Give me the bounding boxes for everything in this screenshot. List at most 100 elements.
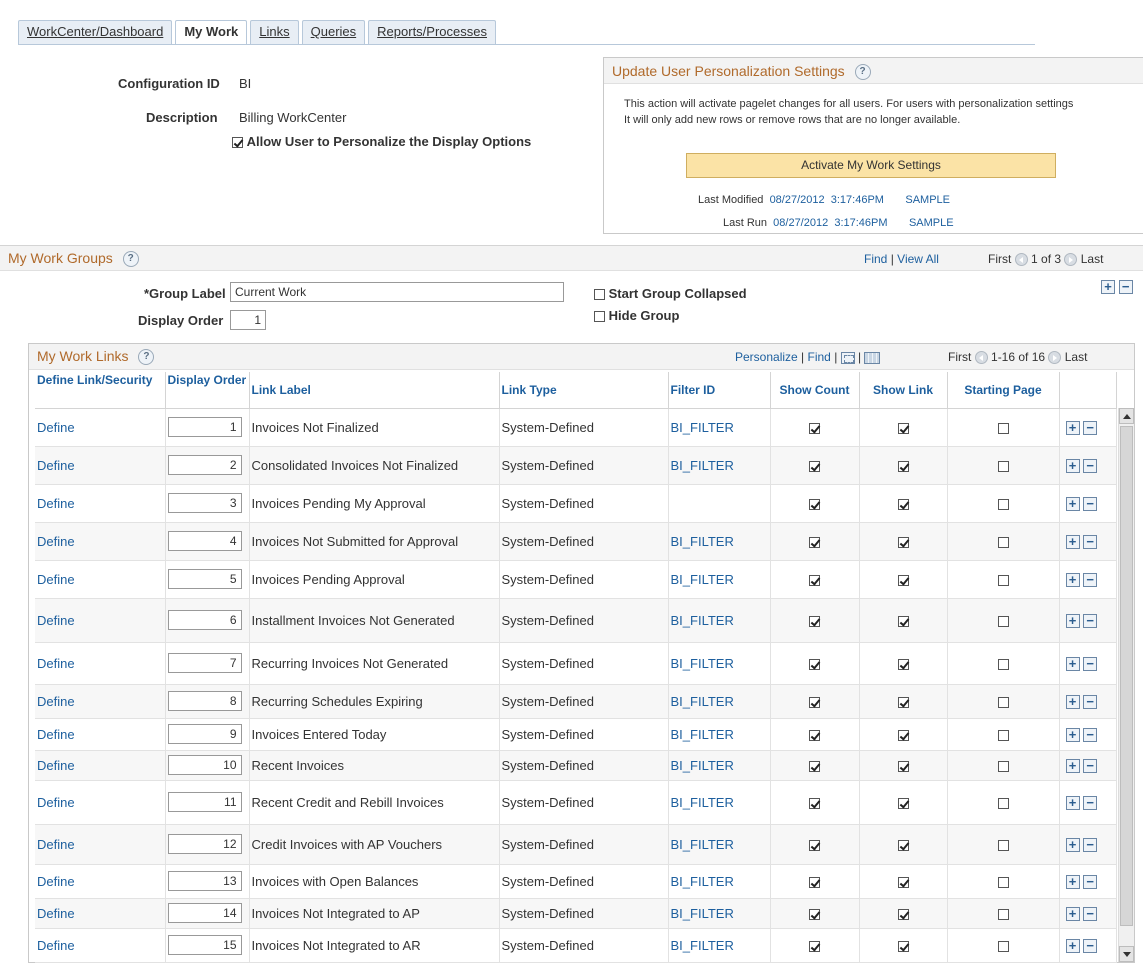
previous-arrow-icon[interactable] [974, 351, 988, 365]
show-count-checkbox[interactable] [809, 876, 820, 888]
delete-row-button[interactable]: − [1083, 906, 1098, 921]
starting-page-checkbox[interactable] [997, 760, 1009, 772]
delete-group-button[interactable]: − [1118, 279, 1133, 294]
tab-my-work[interactable]: My Work [175, 20, 248, 45]
display-order-input[interactable]: 6 [167, 610, 242, 630]
define-link[interactable]: Define [37, 906, 75, 921]
filter-id-link[interactable]: BI_FILTER [671, 613, 734, 628]
show-count-checkbox[interactable] [809, 839, 820, 851]
display-order-input[interactable]: 10 [167, 755, 242, 775]
download-grid-icon[interactable] [864, 351, 881, 364]
define-link[interactable]: Define [37, 458, 75, 473]
column-header-define[interactable]: Define Link/Security [35, 372, 166, 409]
show-link-checkbox[interactable] [897, 797, 909, 809]
define-link[interactable]: Define [37, 656, 75, 671]
filter-id-link[interactable]: BI_FILTER [671, 795, 734, 810]
add-row-button[interactable]: + [1065, 906, 1080, 921]
show-link-checkbox[interactable] [897, 908, 909, 920]
tab-queries[interactable]: Queries [301, 20, 366, 44]
show-link-checkbox[interactable] [897, 536, 909, 548]
delete-row-button[interactable]: − [1083, 572, 1098, 587]
filter-id-link[interactable]: BI_FILTER [671, 938, 734, 953]
add-row-button[interactable]: + [1065, 458, 1080, 473]
groups-view-all-link[interactable]: View All [897, 252, 939, 266]
filter-id-link[interactable]: BI_FILTER [671, 837, 734, 852]
tab-links[interactable]: Links [250, 20, 299, 44]
filter-id-link[interactable]: BI_FILTER [671, 458, 734, 473]
next-arrow-icon[interactable] [1048, 351, 1062, 365]
tab-reports-processes[interactable]: Reports/Processes [368, 20, 496, 44]
delete-row-button[interactable]: − [1083, 534, 1098, 549]
add-row-button[interactable]: + [1065, 572, 1080, 587]
scroll-up-icon[interactable] [1119, 408, 1134, 424]
display-order-input[interactable]: 7 [167, 653, 242, 673]
show-link-checkbox[interactable] [897, 696, 909, 708]
show-count-checkbox[interactable] [809, 760, 820, 772]
show-link-checkbox[interactable] [897, 760, 909, 772]
starting-page-checkbox[interactable] [997, 422, 1009, 434]
add-row-button[interactable]: + [1065, 694, 1080, 709]
show-count-checkbox[interactable] [809, 574, 820, 586]
define-link[interactable]: Define [37, 727, 75, 742]
group-label-input[interactable] [230, 282, 564, 302]
allow-personalize-checkbox[interactable] [232, 137, 243, 149]
show-link-checkbox[interactable] [897, 876, 909, 888]
filter-id-link[interactable]: BI_FILTER [671, 656, 734, 671]
show-count-checkbox[interactable] [809, 498, 820, 510]
show-count-checkbox[interactable] [809, 460, 820, 472]
starting-page-checkbox[interactable] [997, 729, 1009, 741]
show-link-checkbox[interactable] [897, 498, 909, 510]
show-link-checkbox[interactable] [897, 940, 909, 952]
add-row-button[interactable]: + [1065, 496, 1080, 511]
show-link-checkbox[interactable] [897, 460, 909, 472]
display-order-input[interactable]: 5 [167, 569, 242, 589]
delete-row-button[interactable]: − [1083, 694, 1098, 709]
define-link[interactable]: Define [37, 938, 75, 953]
show-count-checkbox[interactable] [809, 729, 820, 741]
define-link[interactable]: Define [37, 837, 75, 852]
help-icon[interactable]: ? [138, 349, 155, 366]
add-row-button[interactable]: + [1065, 837, 1080, 852]
show-link-checkbox[interactable] [897, 615, 909, 627]
display-order-input[interactable]: 8 [167, 691, 242, 711]
add-row-button[interactable]: + [1065, 758, 1080, 773]
delete-row-button[interactable]: − [1083, 613, 1098, 628]
define-link[interactable]: Define [37, 572, 75, 587]
starting-page-checkbox[interactable] [997, 460, 1009, 472]
define-link[interactable]: Define [37, 795, 75, 810]
show-link-checkbox[interactable] [897, 839, 909, 851]
hide-group-checkbox[interactable] [594, 311, 605, 323]
add-row-button[interactable]: + [1065, 613, 1080, 628]
show-count-checkbox[interactable] [809, 615, 820, 627]
filter-id-link[interactable]: BI_FILTER [671, 758, 734, 773]
column-header-show-link[interactable]: Show Link [859, 372, 948, 409]
column-header-link-type[interactable]: Link Type [499, 372, 669, 409]
scroll-thumb[interactable] [1120, 426, 1133, 926]
delete-row-button[interactable]: − [1083, 656, 1098, 671]
filter-id-link[interactable]: BI_FILTER [671, 906, 734, 921]
starting-page-checkbox[interactable] [997, 498, 1009, 510]
help-icon[interactable]: ? [854, 64, 871, 81]
display-order-input[interactable]: 4 [167, 531, 242, 551]
show-link-checkbox[interactable] [897, 422, 909, 434]
display-order-input[interactable]: 13 [167, 871, 242, 891]
define-link[interactable]: Define [37, 420, 75, 435]
start-collapsed-checkbox[interactable] [594, 289, 605, 301]
display-order-input[interactable]: 12 [167, 834, 242, 854]
starting-page-checkbox[interactable] [997, 536, 1009, 548]
add-row-button[interactable]: + [1065, 795, 1080, 810]
filter-id-link[interactable]: BI_FILTER [671, 534, 734, 549]
define-link[interactable]: Define [37, 613, 75, 628]
filter-id-link[interactable]: BI_FILTER [671, 874, 734, 889]
personalize-link[interactable]: Personalize [735, 350, 798, 364]
filter-id-link[interactable]: BI_FILTER [671, 694, 734, 709]
display-order-input[interactable]: 1 [167, 417, 242, 437]
starting-page-checkbox[interactable] [997, 696, 1009, 708]
delete-row-button[interactable]: − [1083, 496, 1098, 511]
starting-page-checkbox[interactable] [997, 940, 1009, 952]
delete-row-button[interactable]: − [1083, 420, 1098, 435]
add-row-button[interactable]: + [1065, 534, 1080, 549]
scroll-down-icon[interactable] [1119, 946, 1134, 962]
delete-row-button[interactable]: − [1083, 727, 1098, 742]
help-icon[interactable]: ? [122, 251, 139, 268]
